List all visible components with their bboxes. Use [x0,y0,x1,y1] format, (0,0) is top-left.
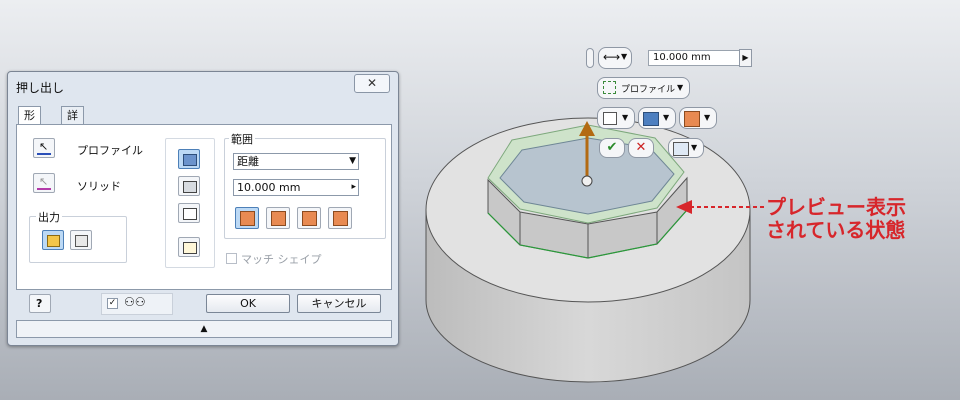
cut-icon [183,181,197,193]
annotation-line-1: プレビュー表示 [766,195,906,219]
operation-dropdown[interactable]: ▼ [638,107,676,129]
extents-group: 範囲 距離 ▼ 10.000 mm ▸ [224,131,386,239]
direction-flip-icon [271,211,286,226]
distance-spin-arrow[interactable]: ▶ [739,49,752,67]
solid-label: ソリッド [77,180,121,193]
help-button[interactable]: ? [29,294,51,313]
extents-distance-value: 10.000 mm [237,181,301,194]
shape-tab-pane: ↖ プロファイル ↖ ソリッド 出力 範囲 距離 ▼ 10.000 mm ▸ マ… [16,124,392,290]
intersect-icon [183,208,197,220]
dropdown-arrow-icon: ▼ [677,83,684,92]
minitoolbar-profile-label: プロファイル [621,85,676,95]
extents-group-title: 範囲 [229,131,255,147]
output-solid-icon [47,235,60,247]
dropdown-arrow-icon: ▼ [622,113,629,122]
match-shape-label: マッチ シェイプ [241,253,322,266]
output-dropdown[interactable]: ▼ [597,107,635,129]
profile-select-icon [603,81,616,94]
extrude-dialog: 押し出し ✕ 形状 詳細 ↖ プロファイル ↖ ソリッド 出力 [7,71,399,346]
ok-button-mini[interactable]: ✔ [599,138,625,158]
output-solid-button[interactable] [42,230,64,250]
minitoolbar-options-dropdown[interactable]: ▼ [668,138,704,158]
new-solid-icon [183,242,197,254]
minitoolbar-distance-row: ⟷ ▼ 10.000 mm ▶ [586,46,752,70]
extents-distance-input[interactable]: 10.000 mm ▸ [233,179,359,196]
direction-flip-button[interactable] [266,207,290,229]
output-group-title: 出力 [36,209,62,225]
join-icon [643,112,659,126]
join-icon [183,154,197,166]
output-surface-icon [75,235,88,247]
tab-shape[interactable]: 形状 [18,106,41,140]
glasses-icon: ⚇⚇ [124,295,146,309]
list-options-icon [673,142,689,156]
solid-select-button[interactable]: ↖ [33,173,55,193]
dropdown-arrow-icon: ▼ [663,113,670,122]
dialog-title: 押し出し [16,81,65,95]
tab-more[interactable]: 詳細 [61,106,84,140]
match-shape-checkbox[interactable] [226,253,237,264]
ok-button[interactable]: OK [206,294,290,313]
direction-asymmetric-icon [333,211,348,226]
cancel-button-mini[interactable]: ✕ [628,138,654,158]
direction-symmetric-button[interactable] [297,207,321,229]
dropdown-arrow-icon: ▼ [621,52,628,61]
annotation-line-2: されている状態 [766,218,906,242]
chevron-right-icon: ▸ [351,182,356,192]
minitoolbar-distance-input[interactable]: 10.000 mm [648,50,740,66]
cancel-button[interactable]: キャンセル [297,294,381,313]
dialog-close-button[interactable]: ✕ [354,74,390,93]
output-solid-icon [603,112,617,125]
intersect-button[interactable] [178,203,200,223]
distance-icon: ⟷ [603,50,621,64]
profile-label: プロファイル [77,144,143,157]
help-icon: ? [36,297,43,310]
dropdown-arrow-icon: ▼ [691,143,698,152]
chevron-up-icon: ▲ [200,324,208,334]
direction-default-icon [240,211,255,226]
dropdown-arrow-icon: ▼ [704,113,711,122]
minitoolbar-profile-button[interactable]: プロファイル ▼ [597,77,690,99]
distance-dropdown[interactable]: ⟷ ▼ [598,47,632,69]
direction-dropdown[interactable]: ▼ [679,107,717,129]
3d-viewport[interactable]: ⟷ ▼ 10.000 mm ▶ プロファイル ▼ ▼ ▼ ▼ ✔ ✕ ▼ プレビ… [0,0,960,400]
join-button[interactable] [178,149,200,169]
expand-dialog-bar[interactable]: ▲ [16,320,392,338]
profile-select-button[interactable]: ↖ [33,138,55,158]
minitoolbar-grip[interactable] [586,48,594,68]
direction-asymmetric-button[interactable] [328,207,352,229]
direction-default-button[interactable] [235,207,259,229]
direction-default-icon [684,111,700,127]
operation-group [165,138,215,268]
manipulator-ball [581,175,593,187]
chevron-down-icon: ▼ [349,156,356,166]
annotation-text: プレビュー表示 されている状態 [766,196,906,242]
output-group: 出力 [29,209,127,263]
profile-select-icon: ↖ [39,140,49,153]
preview-toggle: ✓ ⚇⚇ [101,293,173,315]
preview-checkbox[interactable]: ✓ [107,298,118,309]
extents-type-value: 距離 [237,155,259,168]
cut-button[interactable] [178,176,200,196]
extents-type-select[interactable]: 距離 ▼ [233,153,359,170]
output-surface-button[interactable] [70,230,92,250]
solid-select-icon: ↖ [39,175,49,188]
direction-symmetric-icon [302,211,317,226]
new-solid-button[interactable] [178,237,200,257]
